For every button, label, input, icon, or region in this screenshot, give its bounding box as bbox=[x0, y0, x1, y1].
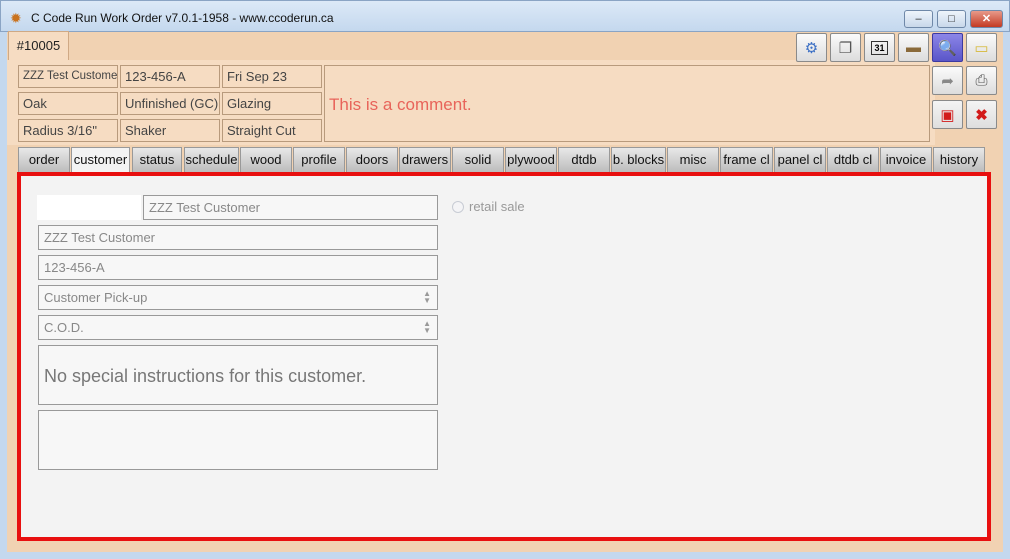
customer-name-field[interactable]: ZZZ Test Customer bbox=[38, 225, 438, 250]
settings-button[interactable]: ⚙ bbox=[796, 33, 827, 62]
gear-icon: ⚙ bbox=[804, 39, 819, 57]
notepad-icon: ▭ bbox=[974, 39, 989, 57]
print-icon: ⎙ bbox=[975, 72, 988, 89]
payment-value: C.O.D. bbox=[44, 320, 84, 335]
app-logo-icon: ✹ bbox=[10, 10, 22, 26]
print-button[interactable]: ⎙ bbox=[966, 66, 997, 95]
window-frame-bottom bbox=[0, 552, 1010, 559]
tab-frame-cl[interactable]: frame cl bbox=[720, 147, 773, 172]
special-instructions-textarea[interactable]: No special instructions for this custome… bbox=[38, 345, 438, 405]
delivery-select[interactable]: Customer Pick-up ▲ ▼ bbox=[38, 285, 438, 310]
save-button[interactable]: ▣ bbox=[932, 100, 963, 129]
header-finish[interactable]: Unfinished (GC) bbox=[120, 92, 220, 115]
tab-dtdb-cl[interactable]: dtdb cl bbox=[827, 147, 879, 172]
close-icon: ✖ bbox=[975, 106, 988, 124]
folder-button[interactable]: ▬ bbox=[898, 33, 929, 62]
order-number-tab[interactable]: #10005 bbox=[8, 31, 69, 60]
po-number-field[interactable]: 123-456-A bbox=[38, 255, 438, 280]
export-icon: ➦ bbox=[941, 72, 954, 90]
header-wood[interactable]: Oak bbox=[18, 92, 118, 115]
window-frame-right bbox=[1003, 32, 1010, 559]
window-title: C Code Run Work Order v7.0.1-1958 - www.… bbox=[31, 11, 334, 25]
maximize-button[interactable]: □ bbox=[937, 10, 966, 28]
tab-plywood[interactable]: plywood bbox=[505, 147, 557, 172]
header-glazing[interactable]: Glazing bbox=[222, 92, 322, 115]
header-cut[interactable]: Straight Cut bbox=[222, 119, 322, 142]
tab-order[interactable]: order bbox=[18, 147, 70, 172]
spinner-arrows-icon: ▲ ▼ bbox=[423, 289, 431, 305]
tab-drawers[interactable]: drawers bbox=[399, 147, 451, 172]
tab-profile[interactable]: profile bbox=[293, 147, 345, 172]
search-document-icon: 🔍 bbox=[938, 39, 957, 57]
payment-select[interactable]: C.O.D. ▲ ▼ bbox=[38, 315, 438, 340]
save-icon: ▣ bbox=[940, 106, 955, 124]
calendar-icon: 31 bbox=[871, 40, 888, 55]
calendar-button[interactable]: 31 bbox=[864, 33, 895, 62]
search-label-area bbox=[37, 195, 141, 220]
header-style[interactable]: Shaker bbox=[120, 119, 220, 142]
retail-sale-label: retail sale bbox=[469, 199, 525, 214]
customer-notes-textarea[interactable] bbox=[38, 410, 438, 470]
header-customer[interactable]: ZZZ Test Customer bbox=[18, 65, 118, 88]
tab-dtdb[interactable]: dtdb bbox=[558, 147, 610, 172]
minimize-button[interactable]: – bbox=[904, 10, 933, 28]
tab-b-blocks[interactable]: b. blocks bbox=[611, 147, 666, 172]
messages-button[interactable]: ❐ bbox=[830, 33, 861, 62]
folder-icon: ▬ bbox=[906, 39, 921, 56]
tab-doors[interactable]: doors bbox=[346, 147, 398, 172]
tab-invoice[interactable]: invoice bbox=[880, 147, 932, 172]
notes-button[interactable]: ▭ bbox=[966, 33, 997, 62]
header-radius[interactable]: Radius 3/16" bbox=[18, 119, 118, 142]
header-order-number[interactable]: 123-456-A bbox=[120, 65, 220, 88]
close-window-button[interactable]: ✕ bbox=[970, 10, 1003, 28]
spinner-arrows-icon: ▲ ▼ bbox=[423, 319, 431, 335]
close-order-button[interactable]: ✖ bbox=[966, 100, 997, 129]
tab-panel-cl[interactable]: panel cl bbox=[774, 147, 826, 172]
tab-solid[interactable]: solid bbox=[452, 147, 504, 172]
preview-button[interactable]: 🔍 bbox=[932, 33, 963, 62]
tab-customer[interactable]: customer bbox=[71, 147, 130, 173]
window-frame-left bbox=[0, 32, 7, 559]
tab-status[interactable]: status bbox=[132, 147, 182, 172]
order-comment[interactable]: This is a comment. bbox=[324, 65, 930, 142]
tab-misc[interactable]: misc bbox=[667, 147, 719, 172]
header-date[interactable]: Fri Sep 23 bbox=[222, 65, 322, 88]
tab-history[interactable]: history bbox=[933, 147, 985, 172]
tab-schedule[interactable]: schedule bbox=[184, 147, 239, 172]
customer-search-input[interactable]: ZZZ Test Customer bbox=[143, 195, 438, 220]
chat-icon: ❐ bbox=[838, 39, 853, 57]
tab-wood[interactable]: wood bbox=[240, 147, 292, 172]
export-button[interactable]: ➦ bbox=[932, 66, 963, 95]
retail-sale-radio[interactable] bbox=[452, 201, 464, 213]
delivery-value: Customer Pick-up bbox=[44, 290, 148, 305]
title-bar[interactable]: ✹ C Code Run Work Order v7.0.1-1958 - ww… bbox=[0, 0, 1010, 32]
